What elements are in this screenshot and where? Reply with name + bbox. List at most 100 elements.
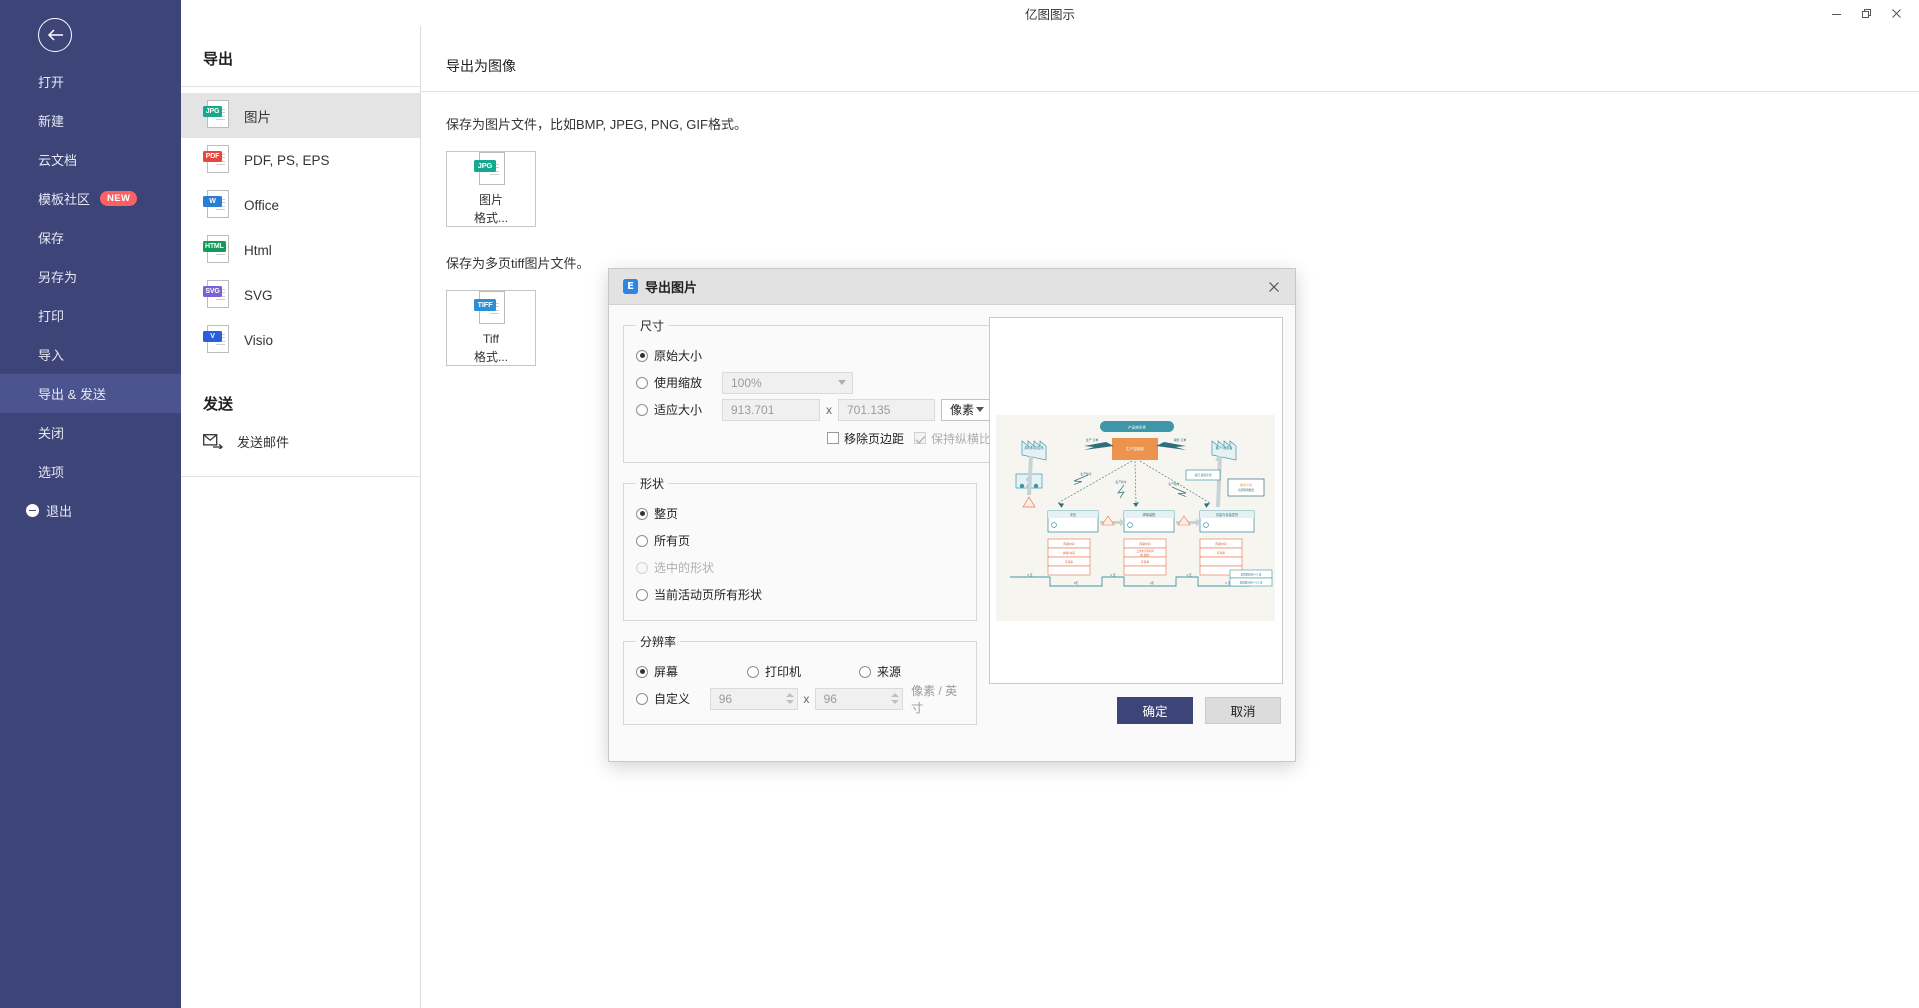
- image-export-description: 保存为图片文件，比如BMP, JPEG, PNG, GIF格式。: [446, 117, 747, 132]
- radio-fit-size[interactable]: 适应大小: [636, 401, 714, 418]
- tile-label-line2: 格式...: [473, 350, 508, 364]
- checkbox-keep-aspect-ratio: 保持纵横比: [913, 430, 991, 447]
- svg-text:客户/消费者: 客户/消费者: [1216, 445, 1234, 450]
- svg-text:0天: 0天: [1074, 581, 1079, 585]
- radio-label: 当前活动页所有形状: [654, 588, 763, 602]
- stepper-arrows[interactable]: [891, 689, 900, 709]
- window-title: 亿图图示: [1024, 8, 1076, 22]
- svg-text:可靠率: 可靠率: [1065, 560, 1074, 564]
- cancel-button[interactable]: 取消: [1205, 697, 1281, 724]
- radio-use-scale[interactable]: 使用缩放: [636, 374, 714, 391]
- sidebar-item-print[interactable]: 打印: [0, 296, 181, 335]
- tiff-format-tile[interactable]: TIFF Tiff 格式...: [446, 290, 536, 366]
- svg-text:每日 送货计划: 每日 送货计划: [1195, 473, 1212, 477]
- app-root: 亿图图示 小W: [0, 0, 1919, 1008]
- window-controls: [1821, 2, 1911, 24]
- radio-label: 选中的形状: [654, 561, 715, 575]
- scale-value: 100%: [731, 375, 762, 390]
- shape-option-row: 选中的形状: [636, 554, 964, 581]
- shape-option-row: 当前活动页所有形状: [636, 581, 964, 608]
- image-format-tile[interactable]: JPG 图片 格式...: [446, 151, 536, 227]
- export-format-label: SVG: [244, 288, 273, 303]
- radio-resolution-custom[interactable]: 自定义: [636, 690, 702, 707]
- minimize-icon[interactable]: [1821, 2, 1851, 24]
- radio-label: 所有页: [654, 534, 691, 548]
- svg-text:生产指令: 生产指令: [1115, 480, 1126, 484]
- sidebar-item-label: 保存: [38, 231, 65, 246]
- shape-option-row: 整页: [636, 500, 964, 527]
- radio-resolution-source[interactable]: 来源: [859, 663, 901, 680]
- export-format-image[interactable]: JPG 图片: [181, 93, 420, 138]
- radio-original-size[interactable]: 原始大小: [636, 347, 702, 364]
- export-format-office[interactable]: W Office: [181, 183, 420, 228]
- sidebar-item-close-doc[interactable]: 关闭: [0, 413, 181, 452]
- scale-select[interactable]: 100%: [722, 371, 853, 394]
- svg-text:换 模时: 换 模时: [1140, 553, 1149, 557]
- dialog-close-icon[interactable]: [1263, 276, 1285, 298]
- sidebar-item-exit[interactable]: 退出: [0, 491, 181, 530]
- export-format-label: Office: [244, 198, 280, 213]
- pdf-file-icon: PDF: [203, 144, 230, 177]
- sidebar-item-template-community[interactable]: 模板社区 NEW: [0, 179, 181, 218]
- radio-label: 打印机: [765, 665, 802, 679]
- svg-text:周期时间: 周期时间: [1139, 542, 1150, 546]
- radio-label: 使用缩放: [654, 376, 703, 390]
- sidebar-item-label: 选项: [38, 465, 65, 480]
- resolution-custom-row: 自定义 96 x 96 像素 / 英寸: [636, 684, 964, 715]
- ok-button[interactable]: 确定: [1117, 697, 1193, 724]
- width-input[interactable]: 913.701: [722, 398, 820, 421]
- svg-text:需求计划: 需求计划: [1240, 482, 1252, 487]
- svg-text:销售 订单: 销售 订单: [1174, 437, 1187, 442]
- visio-file-icon: V: [203, 324, 230, 357]
- mail-send-icon: [203, 433, 223, 450]
- size-group: 尺寸 原始大小 使用缩放 100% 适应大小 913.701 x 701.135…: [623, 317, 1004, 463]
- radio-selected-shapes: 选中的形状: [636, 559, 714, 576]
- resolution-group-legend: 分辨率: [640, 635, 677, 649]
- radio-label: 屏幕: [654, 665, 679, 679]
- checkbox-remove-margin[interactable]: 移除页边距: [826, 430, 904, 447]
- sidebar-item-cloud-docs[interactable]: 云文档: [0, 140, 181, 179]
- sidebar-item-export-send[interactable]: 导出 & 发送: [0, 374, 181, 413]
- send-section-title: 发送: [203, 396, 234, 413]
- dpi-y-stepper[interactable]: 96: [814, 687, 904, 710]
- sidebar-item-new[interactable]: 新建: [0, 101, 181, 140]
- dpi-x-stepper[interactable]: 96: [709, 687, 799, 710]
- export-format-visio[interactable]: V Visio: [181, 318, 420, 363]
- sidebar-item-save-as[interactable]: 另存为: [0, 257, 181, 296]
- sidebar-item-save[interactable]: 保存: [0, 218, 181, 257]
- send-mail-item[interactable]: 发送邮件: [181, 420, 420, 462]
- svg-file-icon: SVG: [203, 279, 230, 312]
- radio-label: 适应大小: [654, 403, 703, 417]
- export-format-html[interactable]: HTML Html: [181, 228, 420, 273]
- sidebar-item-label: 导出 & 发送: [38, 387, 106, 402]
- restore-icon[interactable]: [1851, 2, 1881, 24]
- height-input[interactable]: 701.135: [838, 398, 935, 421]
- radio-all-pages[interactable]: 所有页: [636, 532, 690, 549]
- svg-text:可靠率: 可靠率: [1141, 560, 1150, 564]
- radio-indicator: [636, 507, 648, 520]
- svg-text:原材料供应商: 原材料供应商: [1024, 445, 1043, 450]
- svg-text:总增值时间 = 0.0 天: 总增值时间 = 0.0 天: [1240, 581, 1263, 585]
- export-format-pdf[interactable]: PDF PDF, PS, EPS: [181, 138, 420, 183]
- value-stream-map-preview: 产品族名称 原材料供应商 客户/消费者 生产控制部 生产 订单 销售 订单 每日…: [989, 317, 1283, 684]
- export-format-label: 图片: [244, 109, 271, 125]
- checkbox-indicator: [913, 432, 926, 444]
- chevron-down-icon: [976, 407, 984, 412]
- back-arrow-icon[interactable]: [38, 18, 72, 52]
- radio-resolution-printer[interactable]: 打印机: [747, 663, 859, 680]
- sidebar-item-open[interactable]: 打开: [0, 62, 181, 101]
- svg-text:每周预测数量: 每周预测数量: [1238, 488, 1254, 492]
- radio-resolution-screen[interactable]: 屏幕: [636, 663, 747, 680]
- close-icon[interactable]: [1881, 2, 1911, 24]
- radio-active-page-shapes[interactable]: 当前活动页所有形状: [636, 586, 762, 603]
- radio-whole-page[interactable]: 整页: [636, 505, 678, 522]
- unit-select[interactable]: 像素: [941, 398, 991, 421]
- sidebar-item-import[interactable]: 导入: [0, 335, 181, 374]
- shape-option-row: 所有页: [636, 527, 964, 554]
- sidebar-item-options[interactable]: 选项: [0, 452, 181, 491]
- jpg-file-icon: JPG: [474, 151, 508, 190]
- shape-group-legend: 形状: [640, 477, 665, 491]
- stepper-arrows[interactable]: [786, 689, 795, 709]
- app-logo-icon: E: [623, 279, 638, 294]
- export-format-svg[interactable]: SVG SVG: [181, 273, 420, 318]
